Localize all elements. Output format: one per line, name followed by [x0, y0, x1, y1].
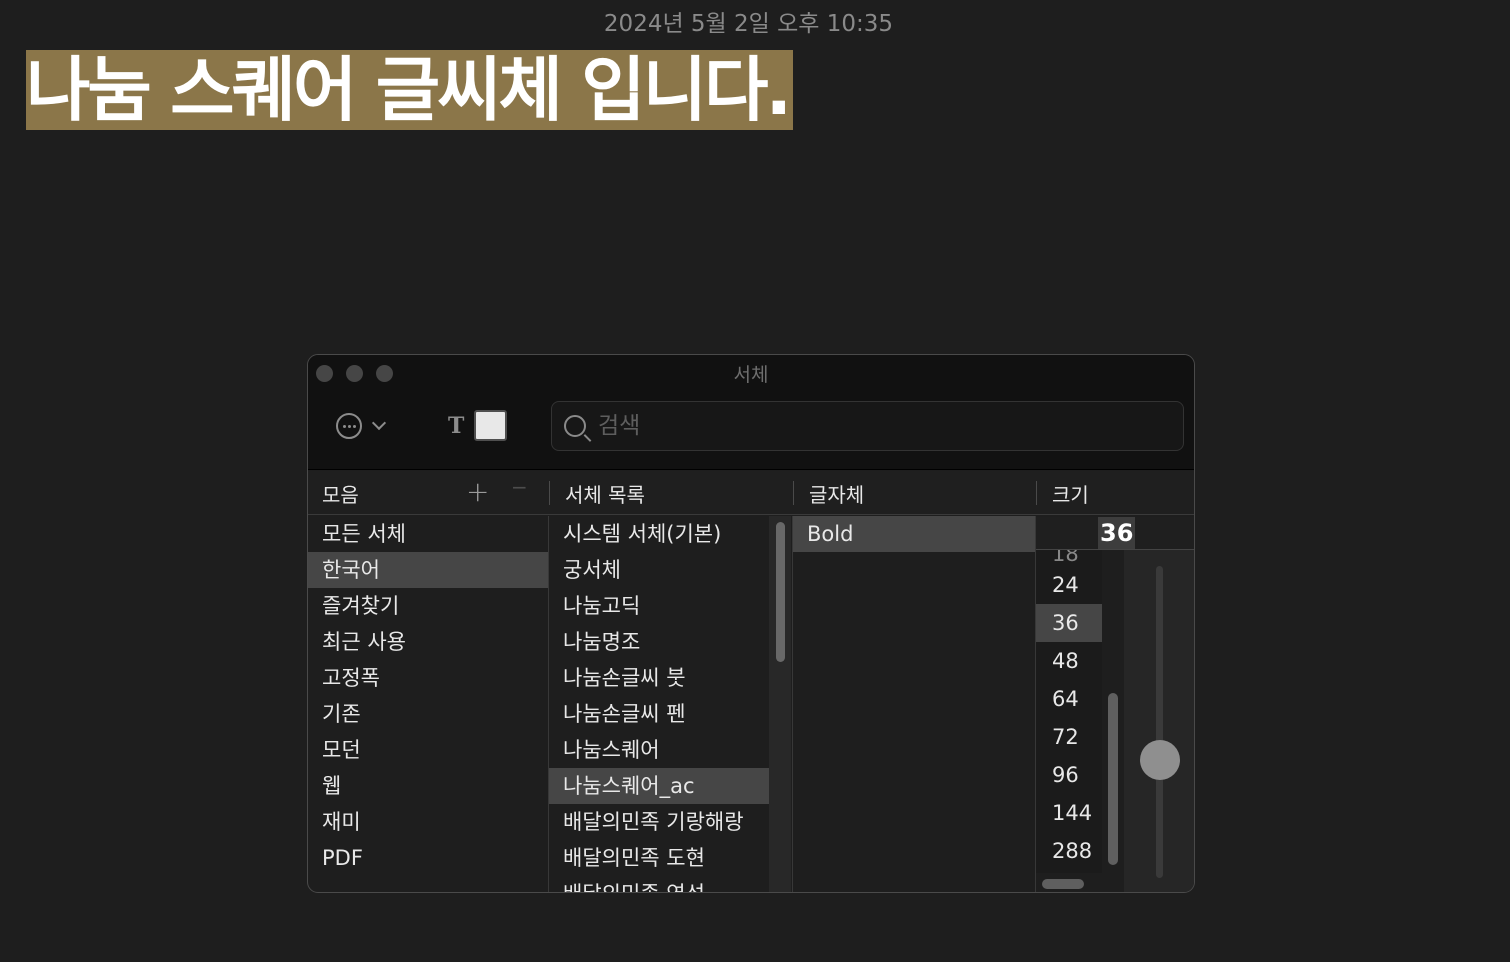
size-item[interactable]: 18	[1036, 550, 1102, 566]
font-panel: 서체 T 모음 + − 서체 목록 글자체 크기 모든 서체 한국어 즐겨찾기 …	[307, 354, 1195, 893]
font-panel-toolbar: 서체 T	[308, 355, 1194, 470]
collection-item[interactable]: 기존	[308, 696, 548, 732]
size-slider-knob[interactable]	[1140, 740, 1180, 780]
families-scroll-thumb[interactable]	[776, 522, 785, 662]
family-item[interactable]: 나눔고딕	[549, 588, 769, 624]
size-slider-track[interactable]	[1156, 566, 1163, 878]
collection-item[interactable]: 재미	[308, 804, 548, 840]
size-item[interactable]: 48	[1036, 642, 1102, 680]
text-color-control[interactable]: T	[448, 410, 508, 441]
remove-collection-button[interactable]: −	[511, 475, 528, 499]
collection-item[interactable]: PDF	[308, 840, 548, 876]
chevron-down-icon	[371, 415, 387, 431]
family-item[interactable]: 배달의민족 연성	[549, 876, 769, 892]
size-item[interactable]: 24	[1036, 566, 1102, 604]
collection-item-selected[interactable]: 한국어	[308, 552, 548, 588]
ellipsis-circle-icon	[336, 413, 362, 439]
size-list: 18 24 36 48 64 72 96 144 288	[1036, 550, 1102, 873]
header-size: 크기	[1052, 483, 1089, 507]
magnifier-icon	[564, 415, 586, 437]
collection-item[interactable]: 최근 사용	[308, 624, 548, 660]
size-item[interactable]: 144	[1036, 794, 1102, 832]
size-item[interactable]: 64	[1036, 680, 1102, 718]
family-item[interactable]: 나눔손글씨 붓	[549, 660, 769, 696]
family-item-selected[interactable]: 나눔스퀘어_ac	[549, 768, 769, 804]
add-collection-button[interactable]: +	[466, 475, 489, 508]
size-list-scroll-thumb[interactable]	[1108, 693, 1118, 865]
collection-item[interactable]: 웹	[308, 768, 548, 804]
search-input[interactable]	[598, 413, 1158, 439]
size-value[interactable]: 36	[1098, 517, 1136, 549]
family-item[interactable]: 나눔스퀘어	[549, 732, 769, 768]
size-field[interactable]: 36	[1036, 517, 1194, 550]
text-color-swatch[interactable]	[474, 410, 508, 441]
family-item[interactable]: 배달의민족 도현	[549, 840, 769, 876]
document-timestamp: 2024년 5월 2일 오후 10:35	[603, 11, 894, 37]
family-item[interactable]: 궁서체	[549, 552, 769, 588]
family-item[interactable]: 나눔명조	[549, 624, 769, 660]
typeface-item-selected[interactable]: Bold	[793, 516, 1035, 552]
family-item[interactable]: 시스템 서체(기본)	[549, 516, 769, 552]
selected-document-text[interactable]: 나눔 스퀘어 글씨체 입니다.	[26, 50, 794, 130]
collection-item[interactable]: 고정폭	[308, 660, 548, 696]
typefaces-list: Bold	[793, 516, 1035, 892]
collections-list: 모든 서체 한국어 즐겨찾기 최근 사용 고정폭 기존 모던 웹 재미 PDF	[308, 516, 548, 892]
collection-item[interactable]: 모던	[308, 732, 548, 768]
size-item-selected[interactable]: 36	[1036, 604, 1102, 642]
collection-item[interactable]: 즐겨찾기	[308, 588, 548, 624]
header-families: 서체 목록	[565, 483, 645, 507]
size-horizontal-scroll-thumb[interactable]	[1042, 879, 1084, 889]
size-item[interactable]: 96	[1036, 756, 1102, 794]
size-item[interactable]: 288	[1036, 832, 1102, 870]
actions-menu-button[interactable]	[336, 411, 396, 441]
collection-item[interactable]: 모든 서체	[308, 516, 548, 552]
family-item[interactable]: 배달의민족 기랑해랑	[549, 804, 769, 840]
size-item[interactable]: 72	[1036, 718, 1102, 756]
family-item[interactable]: 나눔손글씨 펜	[549, 696, 769, 732]
header-typefaces: 글자체	[809, 483, 865, 507]
families-list: 시스템 서체(기본) 궁서체 나눔고딕 나눔명조 나눔손글씨 붓 나눔손글씨 펜…	[549, 516, 769, 892]
header-collections: 모음	[322, 483, 359, 507]
search-field[interactable]	[551, 401, 1184, 451]
window-title: 서체	[733, 364, 769, 386]
text-color-T-icon: T	[448, 412, 465, 439]
column-headers: 모음 + − 서체 목록 글자체 크기	[308, 471, 1194, 515]
